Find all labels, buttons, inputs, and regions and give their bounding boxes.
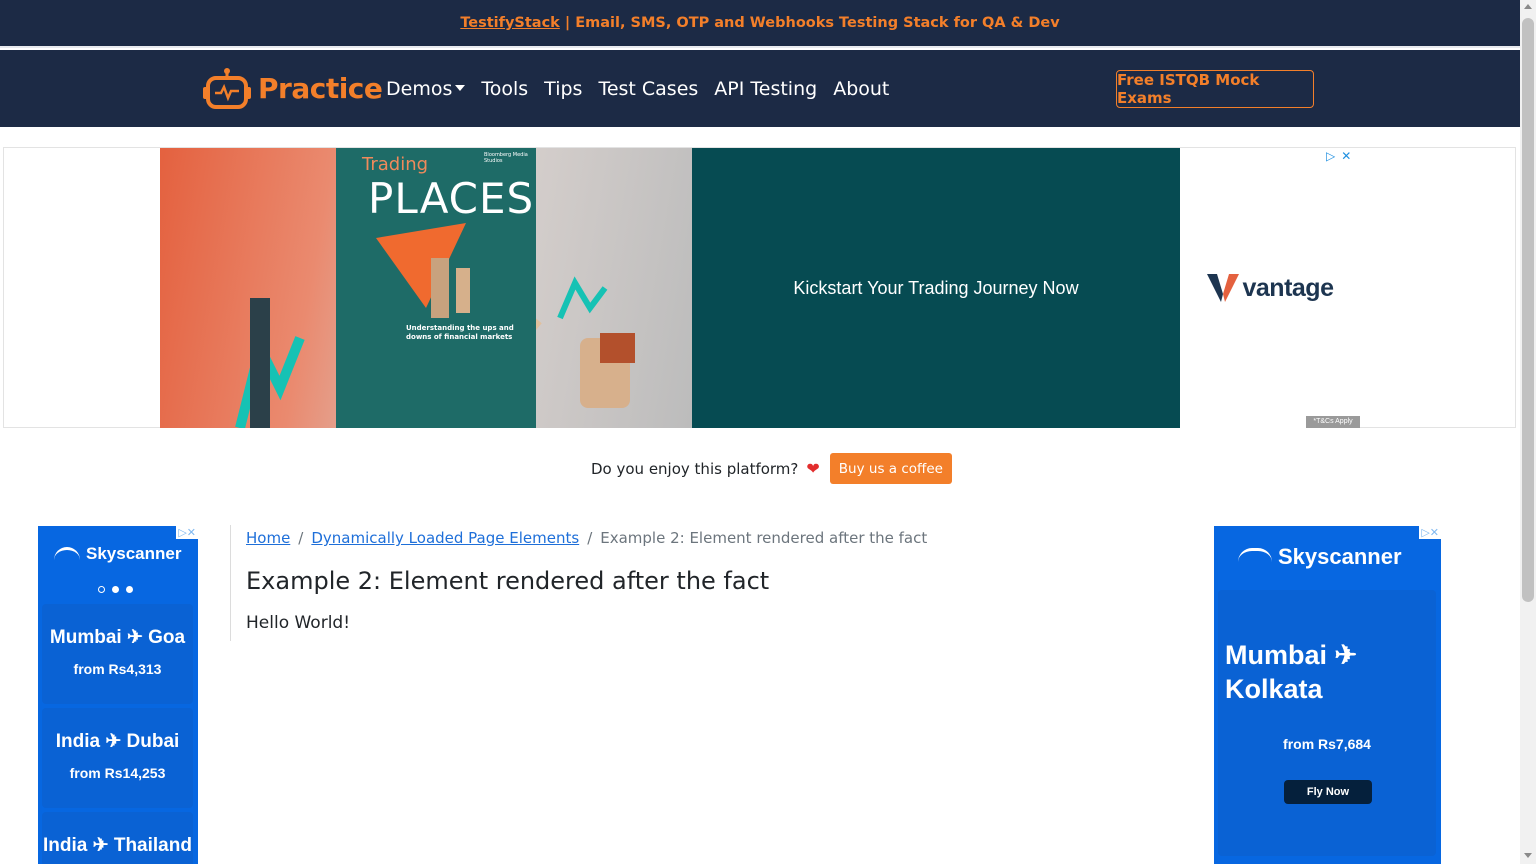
nav-label-demos: Demos: [386, 78, 453, 100]
vantage-logo-icon: [1206, 274, 1239, 302]
robot-icon[interactable]: [203, 67, 251, 109]
nav-item-demos[interactable]: Demos: [386, 78, 466, 100]
skyscanner-brand: Skyscanner: [86, 544, 182, 563]
skyscanner-sun-icon: [1238, 548, 1272, 566]
deal-card[interactable]: India ✈ Dubai from Rs14,253: [42, 708, 193, 808]
ad-message-panel: Kickstart Your Trading Journey Now: [692, 148, 1180, 428]
deal-price: from Rs7,684: [1283, 736, 1371, 752]
right-skyscanner-ad[interactable]: ▷✕ Skyscanner Mumbai ✈ Kolkata from Rs7,…: [1214, 526, 1441, 864]
nav-item-api-testing[interactable]: API Testing: [714, 78, 817, 100]
scroll-down-arrow-icon[interactable]: [1524, 853, 1532, 858]
ad-photo: Trading PLACES Bloomberg Media Studios U…: [160, 148, 692, 428]
istqb-mock-exams-button[interactable]: Free ISTQB Mock Exams: [1116, 70, 1314, 108]
deal-route-destination: Kolkata: [1225, 674, 1323, 704]
fly-now-button[interactable]: Fly Now: [1284, 780, 1372, 804]
promo-tagline: | Email, SMS, OTP and Webhooks Testing S…: [559, 15, 1060, 31]
breadcrumb-parent-link[interactable]: Dynamically Loaded Page Elements: [311, 529, 579, 547]
breadcrumb: Home / Dynamically Loaded Page Elements …: [246, 529, 927, 547]
scroll-up-arrow-icon[interactable]: [1524, 4, 1532, 9]
nav-item-tools[interactable]: Tools: [481, 78, 528, 100]
rendered-message: Hello World!: [246, 613, 351, 633]
deal-route-origin: Mumbai ✈: [1225, 640, 1358, 670]
carousel-dots[interactable]: [98, 586, 133, 593]
deal-card[interactable]: India ✈ Thailand: [42, 812, 193, 864]
main-content: Home / Dynamically Loaded Page Elements …: [230, 525, 930, 641]
deal-route: India ✈ Dubai: [55, 731, 180, 752]
skyscanner-brand: Skyscanner: [1278, 544, 1402, 569]
promo-bar: TestifyStack | Email, SMS, OTP and Webho…: [0, 0, 1520, 48]
adchoices-icon[interactable]: ▷: [1326, 149, 1335, 163]
support-question: Do you enjoy this platform?: [591, 459, 799, 478]
caret-down-icon: [455, 85, 466, 91]
skyscanner-logo: Skyscanner: [1238, 544, 1402, 570]
deal-card[interactable]: Mumbai ✈ Kolkata from Rs7,684 Fly Now: [1218, 590, 1436, 856]
ad-disclaimer: *T&Cs Apply: [1306, 416, 1360, 428]
carousel-dot[interactable]: [126, 586, 133, 593]
nav-item-about[interactable]: About: [833, 78, 889, 100]
main-navbar: Practice Demos Tools Tips Test Cases API…: [0, 50, 1520, 127]
ad-brand-panel: vantage: [1180, 148, 1360, 428]
left-skyscanner-ad[interactable]: ▷✕ Skyscanner Mumbai ✈ Goa from Rs4,313 …: [38, 526, 198, 864]
nav-menu: Demos Tools Tips Test Cases API Testing …: [386, 78, 889, 100]
deal-price: from Rs14,253: [69, 765, 166, 781]
breadcrumb-separator: /: [298, 529, 304, 547]
support-row: Do you enjoy this platform? ❤ Buy us a c…: [591, 453, 952, 484]
breadcrumb-home-link[interactable]: Home: [246, 529, 290, 547]
book-arrow-graphic: [376, 223, 470, 318]
deal-route: Mumbai ✈ Goa: [49, 627, 186, 648]
deal-route: India ✈ Thailand: [43, 835, 192, 856]
ad-book-cover: Trading PLACES Bloomberg Media Studios U…: [336, 148, 536, 428]
close-icon[interactable]: ✕: [1341, 149, 1351, 163]
page-title: Example 2: Element rendered after the fa…: [246, 567, 770, 595]
skyscanner-sun-icon: [54, 547, 80, 561]
nav-item-tips[interactable]: Tips: [544, 78, 582, 100]
deal-card[interactable]: Mumbai ✈ Goa from Rs4,313: [42, 604, 193, 704]
brand-name[interactable]: Practice: [258, 72, 383, 105]
top-ad-banner[interactable]: Trading PLACES Bloomberg Media Studios U…: [160, 148, 1360, 428]
ad-close-icon[interactable]: ▷✕: [176, 526, 198, 539]
carousel-dot[interactable]: [112, 586, 119, 593]
deal-route: Mumbai ✈ Kolkata: [1225, 638, 1425, 706]
breadcrumb-current: Example 2: Element rendered after the fa…: [600, 529, 928, 547]
buy-coffee-button[interactable]: Buy us a coffee: [829, 453, 952, 484]
ad-brand-name: vantage: [1242, 273, 1334, 302]
ad-headline: Kickstart Your Trading Journey Now: [793, 277, 1079, 298]
ad-choices: ▷ ✕: [1326, 149, 1351, 163]
deal-price: from Rs4,313: [73, 661, 162, 677]
nav-item-test-cases[interactable]: Test Cases: [598, 78, 698, 100]
testifystack-link[interactable]: TestifyStack: [460, 15, 560, 31]
ad-close-icon[interactable]: ▷✕: [1419, 526, 1441, 539]
heart-icon: ❤: [806, 459, 820, 478]
scrollbar-thumb[interactable]: [1522, 18, 1534, 602]
breadcrumb-separator: /: [587, 529, 593, 547]
carousel-dot[interactable]: [98, 586, 105, 593]
skyscanner-logo: Skyscanner: [54, 544, 181, 564]
